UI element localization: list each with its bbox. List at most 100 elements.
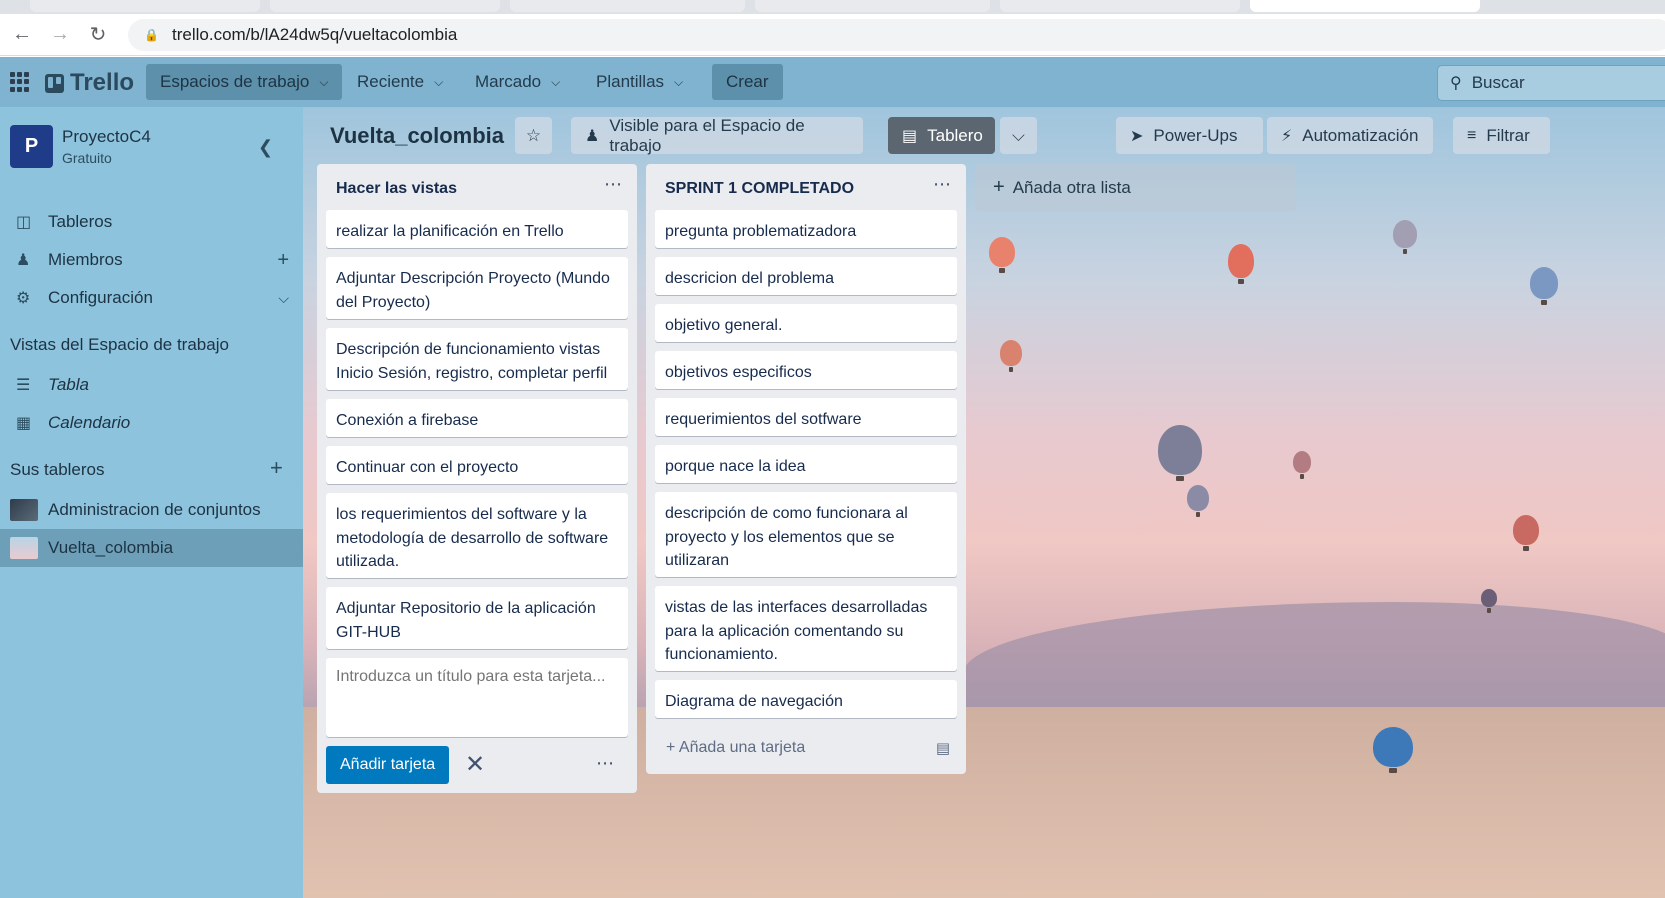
browser-tab[interactable] <box>30 0 260 12</box>
browser-tab[interactable] <box>755 0 990 12</box>
balloon-image <box>1158 425 1202 481</box>
more-horizontal-icon[interactable]: ⋯ <box>596 753 615 774</box>
search-input[interactable]: ⚲ Buscar <box>1437 65 1665 101</box>
powerups-button[interactable]: ➤ Power-Ups <box>1116 117 1263 154</box>
card[interactable]: Continuar con el proyecto <box>326 446 628 484</box>
table-icon: ☰ <box>16 377 31 394</box>
card[interactable]: Adjuntar Repositorio de la aplicación GI… <box>326 587 628 649</box>
app-switcher-icon[interactable] <box>10 72 30 92</box>
nav-label: Marcado <box>475 72 542 91</box>
board-view-icon: ▤ <box>902 127 918 145</box>
sidebar-item-label: Tableros <box>48 212 113 231</box>
board-view-button[interactable]: ▤ Tablero <box>888 117 995 154</box>
sidebar-board-vuelta[interactable]: Vuelta_colombia <box>0 529 303 567</box>
view-chevron-down-icon[interactable]: ⌵ <box>1000 117 1037 154</box>
add-board-icon[interactable]: + <box>270 455 283 481</box>
search-icon: ⚲ <box>1450 75 1462 92</box>
board-header: Vuelta_colombia ☆ ♟ Visible para el Espa… <box>303 107 1665 165</box>
balloon-image <box>1481 589 1497 613</box>
card[interactable]: Conexión a firebase <box>326 399 628 437</box>
card[interactable]: Adjuntar Descripción Proyecto (Mundo del… <box>326 257 628 319</box>
url-text[interactable]: trello.com/b/lA24dw5q/vueltacolombia <box>172 25 457 45</box>
chevron-left-icon[interactable]: ❮ <box>258 137 273 158</box>
card[interactable]: vistas de las interfaces desarrolladas p… <box>655 586 957 671</box>
workspace-header[interactable]: P ProyectoC4 Gratuito <box>10 125 151 168</box>
sidebar-item-settings[interactable]: ⚙ Configuración ⌵ <box>0 279 303 317</box>
chevron-down-icon: ⌵ <box>551 74 561 89</box>
balloon-image <box>1373 727 1413 773</box>
list-title[interactable]: Hacer las vistas <box>336 180 457 198</box>
list-hacer-las-vistas: Hacer las vistas ⋯ realizar la planifica… <box>317 164 637 793</box>
balloon-image <box>989 237 1015 273</box>
add-card-link[interactable]: + Añada una tarjeta <box>666 739 805 757</box>
nav-label: Reciente <box>357 72 425 91</box>
trello-header: Trello Espacios de trabajo ⌵ Reciente ⌵ Ma… <box>0 57 1665 107</box>
board-title[interactable]: Vuelta_colombia <box>330 123 504 149</box>
browser-tab[interactable] <box>1000 0 1240 12</box>
workspace-name: ProyectoC4 <box>62 127 151 146</box>
sidebar-item-boards[interactable]: ◫ Tableros <box>0 203 303 241</box>
template-icon[interactable]: ▤ <box>936 739 950 757</box>
star-icon[interactable]: ☆ <box>515 117 552 154</box>
views-heading: Vistas del Espacio de trabajo <box>10 335 229 354</box>
add-list-button[interactable]: + Añada otra lista <box>975 164 1296 211</box>
workspace-plan: Gratuito <box>62 150 112 166</box>
card[interactable]: los requerimientos del software y la met… <box>326 493 628 578</box>
card[interactable]: descripción de como funcionara al proyec… <box>655 492 957 577</box>
visibility-button[interactable]: ♟ Visible para el Espacio de trabajo <box>571 116 863 155</box>
board-thumbnail <box>10 499 38 521</box>
automation-button[interactable]: ⚡ Automatización <box>1267 117 1433 154</box>
filter-icon: ≡ <box>1467 126 1477 144</box>
sidebar-item-calendar[interactable]: ▦ Calendario <box>0 404 303 442</box>
sidebar-item-table[interactable]: ☰ Tabla <box>0 366 303 404</box>
list-title[interactable]: SPRINT 1 COMPLETADO <box>665 180 854 198</box>
forward-icon[interactable]: → <box>41 16 79 54</box>
sidebar-item-members[interactable]: ♟ Miembros + <box>0 241 303 279</box>
balloon-image <box>1393 220 1417 254</box>
trello-logo[interactable]: Trello <box>45 69 134 97</box>
card[interactable]: Diagrama de navegación <box>655 680 957 718</box>
more-horizontal-icon[interactable]: ⋯ <box>604 174 623 195</box>
balloon-image <box>1000 340 1022 372</box>
filter-button[interactable]: ≡ Filtrar <box>1453 117 1550 154</box>
more-horizontal-icon[interactable]: ⋯ <box>933 174 952 195</box>
add-card-button[interactable]: Añadir tarjeta <box>326 746 450 784</box>
chevron-down-icon[interactable]: ⌵ <box>278 290 289 307</box>
card[interactable]: descricion del problema <box>655 257 957 295</box>
browser-tab[interactable] <box>510 0 745 12</box>
card[interactable]: objetivos especificos <box>655 351 957 389</box>
nav-workspaces[interactable]: Espacios de trabajo ⌵ <box>146 64 343 100</box>
card[interactable]: realizar la planificación en Trello <box>326 210 628 248</box>
calendar-icon: ▦ <box>16 415 32 432</box>
chevron-down-icon: ⌵ <box>434 74 444 89</box>
card[interactable]: objetivo general. <box>655 304 957 342</box>
card[interactable]: pregunta problematizadora <box>655 210 957 248</box>
browser-tab-strip <box>0 0 1665 14</box>
plus-icon[interactable]: + <box>277 249 289 272</box>
nav-label: Plantillas <box>596 72 665 91</box>
card[interactable]: requerimientos del sotfware <box>655 398 957 436</box>
plus-icon: + <box>993 176 1005 198</box>
create-label: Crear <box>726 72 769 91</box>
browser-address-bar: ← → ↻ 🔒 trello.com/b/lA24dw5q/vueltacolo… <box>0 14 1665 56</box>
sidebar: P ProyectoC4 Gratuito ❮ ◫ Tableros ♟ Mie… <box>0 107 303 898</box>
background-hills <box>963 602 1665 722</box>
back-icon[interactable]: ← <box>3 16 41 54</box>
nav-templates[interactable]: Plantillas ⌵ <box>582 64 697 100</box>
close-icon[interactable]: ✕ <box>465 750 485 779</box>
nav-starred[interactable]: Marcado ⌵ <box>461 64 574 100</box>
create-button[interactable]: Crear <box>712 64 783 100</box>
browser-tab[interactable] <box>270 0 500 12</box>
logo-text: Trello <box>70 69 135 96</box>
add-card-label: Añada una tarjeta <box>678 739 806 756</box>
browser-tab-active[interactable] <box>1250 0 1480 12</box>
url-field[interactable]: 🔒 trello.com/b/lA24dw5q/vueltacolombia <box>128 19 1665 51</box>
card[interactable]: Descripción de funcionamiento vistas Ini… <box>326 328 628 390</box>
board-icon: ◫ <box>16 214 32 231</box>
nav-recent[interactable]: Reciente ⌵ <box>343 64 457 100</box>
sidebar-board-admin[interactable]: Administracion de conjuntos <box>0 491 303 529</box>
reload-icon[interactable]: ↻ <box>79 16 117 54</box>
card[interactable]: porque nace la idea <box>655 445 957 483</box>
card-title-input[interactable] <box>326 658 628 737</box>
board-thumbnail <box>10 537 38 559</box>
